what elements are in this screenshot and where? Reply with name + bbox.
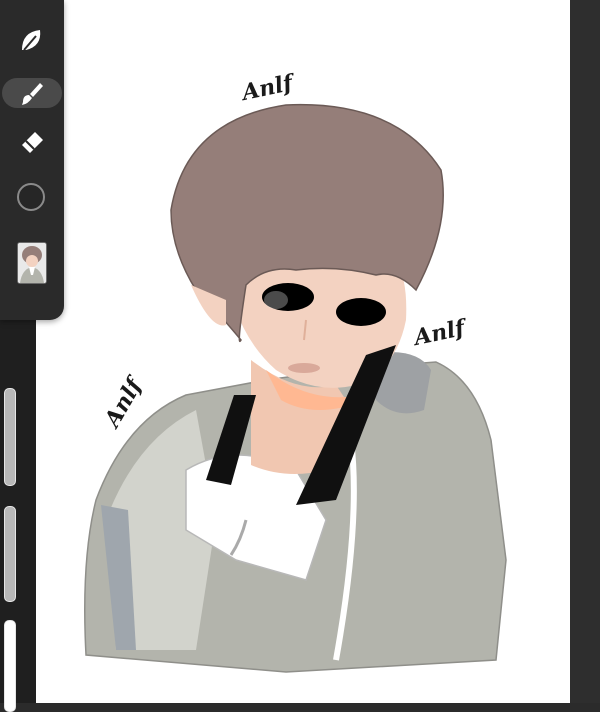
- left-eye-white: [264, 291, 288, 309]
- layer-preview-icon: [18, 243, 46, 283]
- right-eye: [336, 298, 386, 326]
- tool-palette: [0, 0, 64, 320]
- modify-button[interactable]: [4, 620, 16, 712]
- artwork: [84, 103, 507, 673]
- color-picker[interactable]: [17, 183, 45, 211]
- eraser-tool[interactable]: [0, 122, 64, 162]
- right-rail: [570, 0, 600, 703]
- drawing-canvas[interactable]: Anlf Anlf Anlf: [36, 0, 570, 703]
- brush-tool[interactable]: [0, 74, 64, 114]
- mouth: [288, 363, 320, 373]
- brush-size-slider[interactable]: [4, 388, 16, 486]
- leaf-icon: [22, 30, 41, 51]
- layers-thumbnail[interactable]: [17, 242, 47, 284]
- eraser-icon: [22, 132, 43, 153]
- brush-icon: [22, 83, 43, 105]
- opacity-slider[interactable]: [4, 506, 16, 602]
- adjustments-tool[interactable]: [0, 20, 64, 60]
